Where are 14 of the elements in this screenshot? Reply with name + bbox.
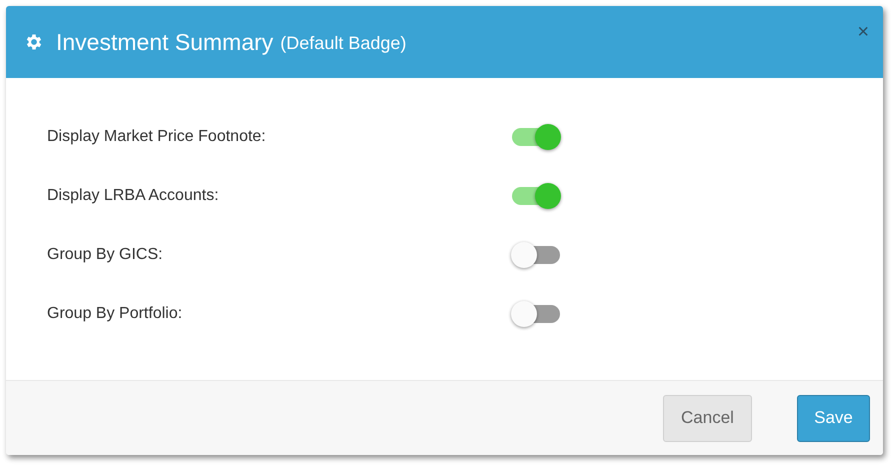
setting-label: Group By Portfolio:: [47, 304, 184, 324]
save-button[interactable]: Save: [797, 394, 870, 442]
dialog-title: Investment Summary: [56, 28, 274, 57]
setting-label: Display LRBA Accounts:: [47, 186, 220, 206]
close-button[interactable]: ×: [857, 22, 869, 42]
toggle-switch[interactable]: [511, 242, 561, 268]
dialog-subtitle: (Default Badge): [280, 32, 406, 55]
settings-icon: [24, 32, 44, 52]
setting-label: Group By GICS:: [47, 245, 164, 265]
toggle-switch[interactable]: [511, 183, 561, 209]
toggle-switch[interactable]: [511, 124, 561, 150]
cancel-button[interactable]: Cancel: [663, 394, 752, 442]
setting-label: Display Market Price Footnote:: [47, 127, 267, 147]
toggle-switch[interactable]: [511, 301, 561, 327]
